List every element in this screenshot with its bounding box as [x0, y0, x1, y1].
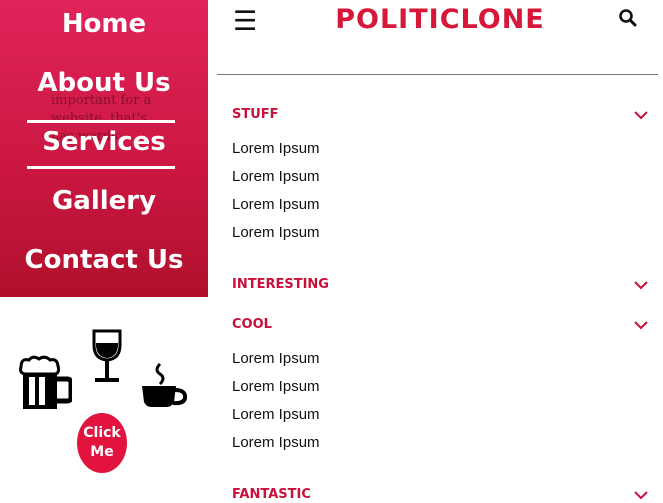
beer-mug-icon	[19, 355, 72, 409]
click-me-button[interactable]: Click Me	[77, 413, 127, 473]
list-item[interactable]: Lorem Ipsum	[232, 350, 320, 368]
click-me-line-1: Click	[83, 425, 121, 441]
section-title-interesting[interactable]: INTERESTING	[232, 277, 329, 293]
nav-item-home[interactable]: Home	[0, 8, 208, 40]
chevron-down-icon[interactable]	[634, 280, 648, 290]
section-title-cool[interactable]: COOL	[232, 317, 272, 333]
wine-glass-icon	[92, 329, 122, 382]
nav-item-contact-us[interactable]: Contact Us	[0, 244, 208, 276]
list-item[interactable]: Lorem Ipsum	[232, 196, 320, 214]
nav-divider	[27, 120, 175, 123]
header-divider	[217, 74, 658, 75]
list-item[interactable]: Lorem Ipsum	[232, 406, 320, 424]
chevron-down-icon[interactable]	[634, 490, 648, 500]
list-item[interactable]: Lorem Ipsum	[232, 224, 320, 242]
chevron-down-icon[interactable]	[634, 110, 648, 120]
list-item[interactable]: Lorem Ipsum	[232, 434, 320, 452]
search-icon[interactable]	[618, 8, 638, 28]
list-item[interactable]: Lorem Ipsum	[232, 378, 320, 396]
list-item[interactable]: Lorem Ipsum	[232, 168, 320, 186]
section-title-stuff[interactable]: STUFF	[232, 107, 279, 123]
nav-item-services[interactable]: Services	[0, 126, 208, 158]
nav-item-about-us[interactable]: About Us	[0, 67, 208, 99]
list-item[interactable]: Lorem Ipsum	[232, 140, 320, 158]
nav-divider	[27, 166, 175, 169]
section-title-fantastic[interactable]: FANTASTIC	[232, 487, 311, 503]
chevron-down-icon[interactable]	[634, 320, 648, 330]
nav-item-gallery[interactable]: Gallery	[0, 185, 208, 217]
brand-title[interactable]: POLITICLONE	[330, 4, 550, 35]
coffee-cup-icon	[142, 362, 188, 407]
side-drawer: important for a website, that's has word…	[0, 0, 208, 297]
click-me-line-2: Me	[90, 444, 114, 460]
hamburger-menu-icon[interactable]: ☰	[233, 6, 257, 37]
